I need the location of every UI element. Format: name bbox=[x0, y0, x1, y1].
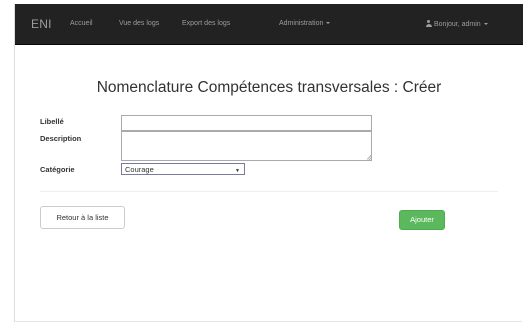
add-button[interactable]: Ajouter bbox=[399, 210, 445, 230]
form-divider bbox=[40, 191, 498, 192]
browser-viewport: ENI Accueil Vue des logs Export des logs… bbox=[14, 4, 523, 322]
categorie-selected-value: Courage bbox=[125, 165, 154, 174]
page-title: Nomenclature Compétences transversales :… bbox=[96, 79, 442, 96]
user-menu-dropdown[interactable]: Bonjour, admin bbox=[425, 20, 488, 28]
dropdown-arrow-icon: ▼ bbox=[235, 168, 240, 174]
libelle-label: Libellé bbox=[40, 117, 64, 126]
back-to-list-button[interactable]: Retour à la liste bbox=[40, 206, 125, 229]
nav-link-accueil[interactable]: Accueil bbox=[70, 20, 93, 27]
categorie-label: Catégorie bbox=[40, 165, 75, 174]
nav-link-vue-des-logs[interactable]: Vue des logs bbox=[119, 20, 159, 27]
caret-down-icon bbox=[326, 22, 331, 24]
brand-link[interactable]: ENI bbox=[31, 17, 52, 31]
libelle-input[interactable] bbox=[121, 115, 372, 131]
user-icon bbox=[425, 20, 432, 27]
nav-link-export-des-logs[interactable]: Export des logs bbox=[182, 20, 230, 27]
user-menu-label: Bonjour, admin bbox=[434, 21, 481, 28]
nav-dropdown-administration[interactable]: Administration bbox=[279, 20, 331, 27]
resize-grip-icon[interactable] bbox=[365, 154, 371, 160]
categorie-select[interactable]: Courage ▼ bbox=[121, 163, 245, 175]
nav-dropdown-administration-label: Administration bbox=[279, 20, 324, 27]
description-label: Description bbox=[40, 134, 82, 143]
top-navbar: ENI Accueil Vue des logs Export des logs… bbox=[15, 4, 523, 45]
description-textarea[interactable] bbox=[121, 131, 372, 161]
caret-down-icon bbox=[483, 23, 488, 25]
